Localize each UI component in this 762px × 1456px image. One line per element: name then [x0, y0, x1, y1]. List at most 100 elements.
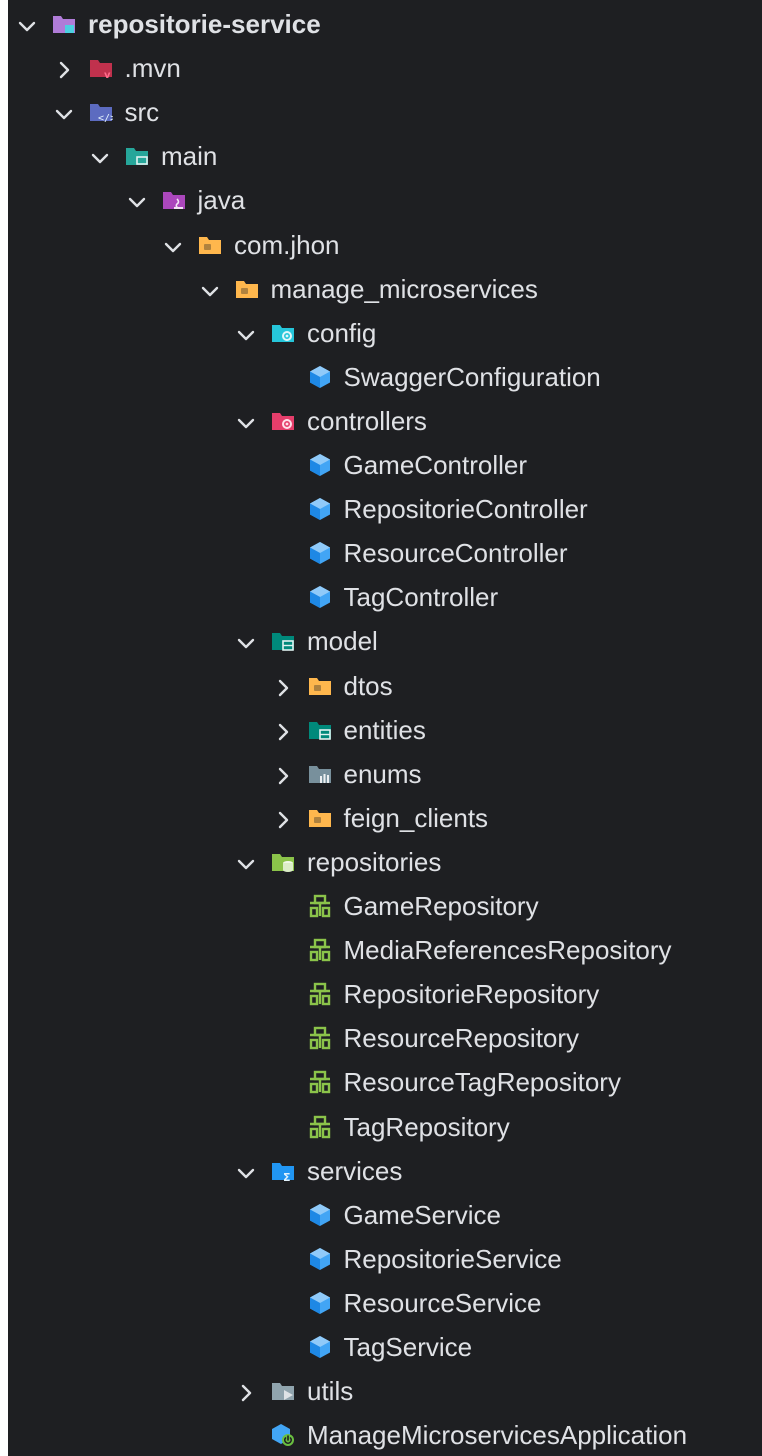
tree-item-enums[interactable]: enums: [8, 752, 762, 796]
module-folder-icon: [52, 12, 76, 36]
tree-item-label: repositorie-service: [88, 9, 321, 39]
tree-item-services[interactable]: Σservices: [8, 1149, 762, 1193]
tree-item-label: RepositorieService: [343, 1243, 562, 1274]
project-tree-panel: repositorie-service v .mvn </> srcmain java co…: [8, 0, 762, 1456]
interface-icon: [308, 1070, 332, 1094]
tree-item-label: MediaReferencesRepository: [343, 935, 672, 966]
tree-item-gameservice[interactable]: GameService: [8, 1193, 762, 1237]
class-icon: [308, 453, 332, 477]
tree-item-gamecontroller[interactable]: GameController: [8, 443, 762, 487]
interface-icon: [308, 982, 332, 1006]
tree-item-label: ResourceService: [343, 1287, 542, 1318]
tree-item-label: controllers: [307, 405, 427, 436]
tree-item-label: ManageMicroservicesApplication: [307, 1420, 688, 1451]
spring-boot-app-icon: [271, 1423, 295, 1447]
class-icon: [308, 1203, 332, 1227]
tree-item-label: src: [124, 97, 160, 128]
chevron-down-icon[interactable]: [162, 234, 184, 256]
tree-item-repositorieservice[interactable]: RepositorieService: [8, 1237, 762, 1281]
tree-item-utils[interactable]: utils: [8, 1369, 762, 1413]
chevron-down-icon[interactable]: [199, 278, 221, 300]
interface-icon: [308, 1026, 332, 1050]
package-folder-icon: [308, 674, 332, 698]
tree-item-model[interactable]: model: [8, 619, 762, 663]
interface-icon: [308, 894, 332, 918]
chevron-right-icon[interactable]: [53, 57, 75, 79]
chevron-down-icon[interactable]: [235, 322, 257, 344]
svg-text:v: v: [104, 70, 111, 80]
tree-item-resourcerepository[interactable]: ResourceRepository: [8, 1016, 762, 1060]
chevron-down-icon[interactable]: [235, 851, 257, 873]
repositories-folder-icon: [271, 850, 295, 874]
tree-item-swaggerconfiguration[interactable]: SwaggerConfiguration: [8, 355, 762, 399]
class-icon: [308, 1247, 332, 1271]
tree-item-tagrepository[interactable]: TagRepository: [8, 1105, 762, 1149]
tree-item-src[interactable]: </> src: [8, 90, 762, 134]
class-icon: [308, 497, 332, 521]
tree-item-java[interactable]: java: [8, 178, 762, 222]
tree-item-label: utils: [307, 1376, 354, 1407]
svg-text:Σ: Σ: [283, 1171, 291, 1183]
tree-item-label: main: [161, 141, 218, 172]
enums-folder-icon: [308, 762, 332, 786]
model-folder-icon: [271, 629, 295, 653]
tree-item-label: com.jhon: [234, 229, 340, 260]
tree-item-config[interactable]: config: [8, 311, 762, 355]
tree-item-label: config: [307, 317, 377, 348]
tree-item-controllers[interactable]: controllers: [8, 399, 762, 443]
tree-item-repositoriecontroller[interactable]: RepositorieController: [8, 487, 762, 531]
tree-item-gamerepository[interactable]: GameRepository: [8, 884, 762, 928]
tree-item-label: SwaggerConfiguration: [343, 361, 601, 392]
chevron-down-icon[interactable]: [235, 1160, 257, 1182]
tree-item-repositories[interactable]: repositories: [8, 840, 762, 884]
tree-item-label: GameController: [343, 450, 528, 480]
tree-item-resourceservice[interactable]: ResourceService: [8, 1281, 762, 1325]
chevron-down-icon[interactable]: [235, 630, 257, 652]
tree-item-label: RepositorieRepository: [343, 979, 600, 1010]
chevron-right-icon[interactable]: [272, 675, 294, 697]
services-folder-icon: Σ: [271, 1159, 295, 1184]
tree-item-mvn[interactable]: v .mvn: [8, 46, 762, 90]
tree-item-entities[interactable]: entities: [8, 708, 762, 752]
tree-item-label: ResourceRepository: [343, 1023, 580, 1054]
tree-item-repositorie-service[interactable]: repositorie-service: [8, 2, 762, 46]
tree-item-main[interactable]: main: [8, 134, 762, 178]
chevron-down-icon[interactable]: [89, 145, 111, 167]
tree-item-feign-clients[interactable]: feign_clients: [8, 796, 762, 840]
source-folder-icon: </>: [89, 100, 116, 124]
tree-item-managemicroservicesapplication[interactable]: ManageMicroservicesApplication: [8, 1413, 762, 1456]
class-icon: [308, 1291, 332, 1315]
tree-item-dtos[interactable]: dtos: [8, 664, 762, 708]
chevron-down-icon[interactable]: [53, 101, 75, 123]
tree-item-tagservice[interactable]: TagService: [8, 1325, 762, 1369]
tree-item-tagcontroller[interactable]: TagController: [8, 575, 762, 619]
tree-item-label: .mvn: [124, 53, 181, 84]
chevron-right-icon[interactable]: [272, 719, 294, 741]
tree-item-manage-microservices[interactable]: manage_microservices: [8, 267, 762, 311]
tree-item-repositorierepository[interactable]: RepositorieRepository: [8, 972, 762, 1016]
chevron-down-icon[interactable]: [126, 189, 148, 211]
chevron-right-icon[interactable]: [272, 807, 294, 829]
tree-item-label: RepositorieController: [343, 494, 588, 525]
class-icon: [308, 541, 332, 565]
tree-item-label: feign_clients: [343, 802, 489, 833]
tree-item-com-jhon[interactable]: com.jhon: [8, 223, 762, 267]
config-folder-icon: [271, 321, 295, 345]
class-icon: [308, 365, 332, 389]
tree-item-label: manage_microservices: [270, 273, 538, 304]
chevron-right-icon[interactable]: [272, 763, 294, 785]
chevron-down-icon[interactable]: [16, 13, 38, 35]
tree-item-resourcecontroller[interactable]: ResourceController: [8, 531, 762, 575]
tree-item-label: GameRepository: [343, 891, 539, 921]
tree-item-resourcetagrepository[interactable]: ResourceTagRepository: [8, 1060, 762, 1104]
chevron-right-icon[interactable]: [235, 1380, 257, 1402]
tree-item-label: java: [197, 185, 246, 216]
tree-item-label: ResourceController: [343, 538, 568, 569]
package-folder-icon: [308, 806, 332, 830]
package-folder-icon: [235, 277, 259, 301]
controllers-folder-icon: [271, 409, 295, 433]
tree-item-mediareferencesrepository[interactable]: MediaReferencesRepository: [8, 928, 762, 972]
interface-icon: [308, 1115, 332, 1139]
chevron-down-icon[interactable]: [235, 410, 257, 432]
tree-item-label: TagController: [343, 582, 499, 613]
